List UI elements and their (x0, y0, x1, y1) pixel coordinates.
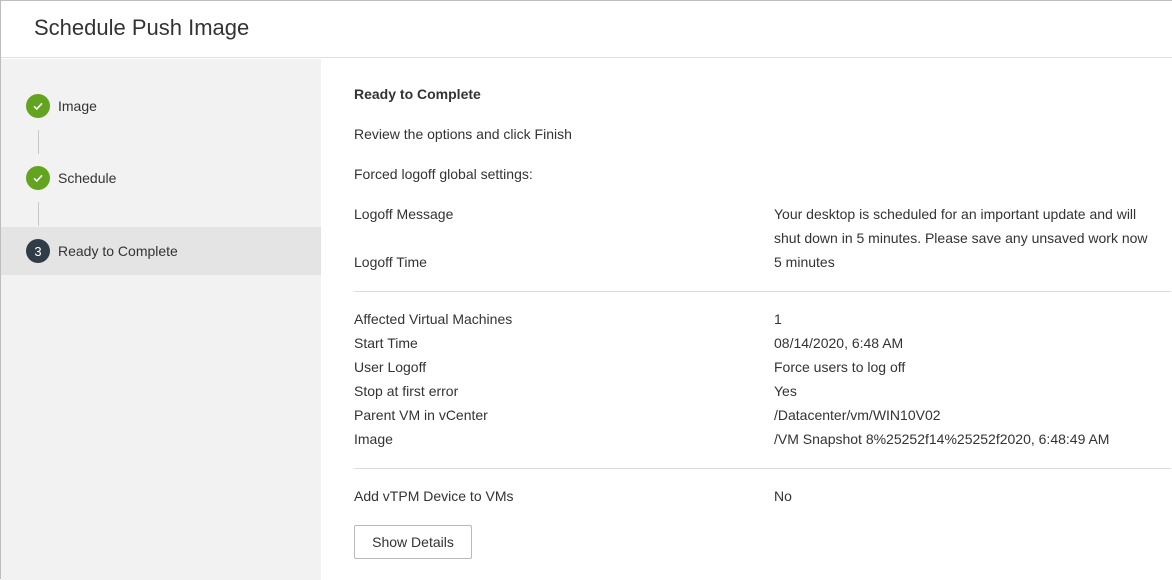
detail-label: Image (354, 431, 393, 447)
detail-value: 08/14/2020, 6:48 AM (774, 335, 904, 351)
section-heading: Ready to Complete (354, 86, 481, 102)
step-image[interactable]: Image (1, 82, 321, 130)
check-icon (26, 94, 50, 118)
detail-value: Force users to log off (774, 359, 906, 375)
divider (354, 468, 1171, 469)
detail-label: Stop at first error (354, 383, 459, 399)
step-connector (38, 202, 39, 226)
schedule-push-image-dialog: Schedule Push Image Image Schedule 3 Rea… (0, 0, 1172, 580)
detail-label: Start Time (354, 335, 418, 351)
detail-value: /Datacenter/vm/WIN10V02 (774, 407, 941, 423)
step-ready-to-complete[interactable]: 3 Ready to Complete (1, 227, 321, 275)
summary-panel: Ready to Complete Review the options and… (321, 59, 1172, 580)
step-label-schedule: Schedule (58, 170, 117, 186)
logoff-message-line-2: shut down in 5 minutes. Please save any … (774, 230, 1148, 246)
detail-label: Affected Virtual Machines (354, 311, 513, 327)
vtpm-value: No (774, 488, 792, 504)
wizard-steps-sidebar: Image Schedule 3 Ready to Complete (1, 59, 321, 580)
step-number-badge: 3 (26, 239, 50, 263)
step-label-image: Image (58, 98, 97, 114)
step-label-ready-to-complete: Ready to Complete (58, 243, 178, 259)
vtpm-label: Add vTPM Device to VMs (354, 488, 514, 504)
check-icon (26, 166, 50, 190)
detail-value: 1 (774, 311, 782, 327)
logoff-time-label: Logoff Time (354, 254, 427, 270)
step-connector (38, 130, 39, 154)
show-details-button[interactable]: Show Details (354, 525, 472, 559)
divider (354, 291, 1171, 292)
detail-label: User Logoff (354, 359, 427, 375)
detail-label: Parent VM in vCenter (354, 407, 488, 423)
step-schedule[interactable]: Schedule (1, 154, 321, 202)
dialog-header: Schedule Push Image (1, 1, 1172, 58)
detail-value: Yes (774, 383, 797, 399)
logoff-time-value: 5 minutes (774, 254, 835, 270)
dialog-title: Schedule Push Image (34, 15, 250, 40)
detail-value: /VM Snapshot 8%25252f14%25252f2020, 6:48… (774, 431, 1110, 447)
instruction-text: Review the options and click Finish (354, 126, 572, 142)
forced-logoff-title: Forced logoff global settings: (354, 166, 533, 182)
logoff-message-label: Logoff Message (354, 206, 454, 222)
logoff-message-line-1: Your desktop is scheduled for an importa… (774, 206, 1137, 222)
